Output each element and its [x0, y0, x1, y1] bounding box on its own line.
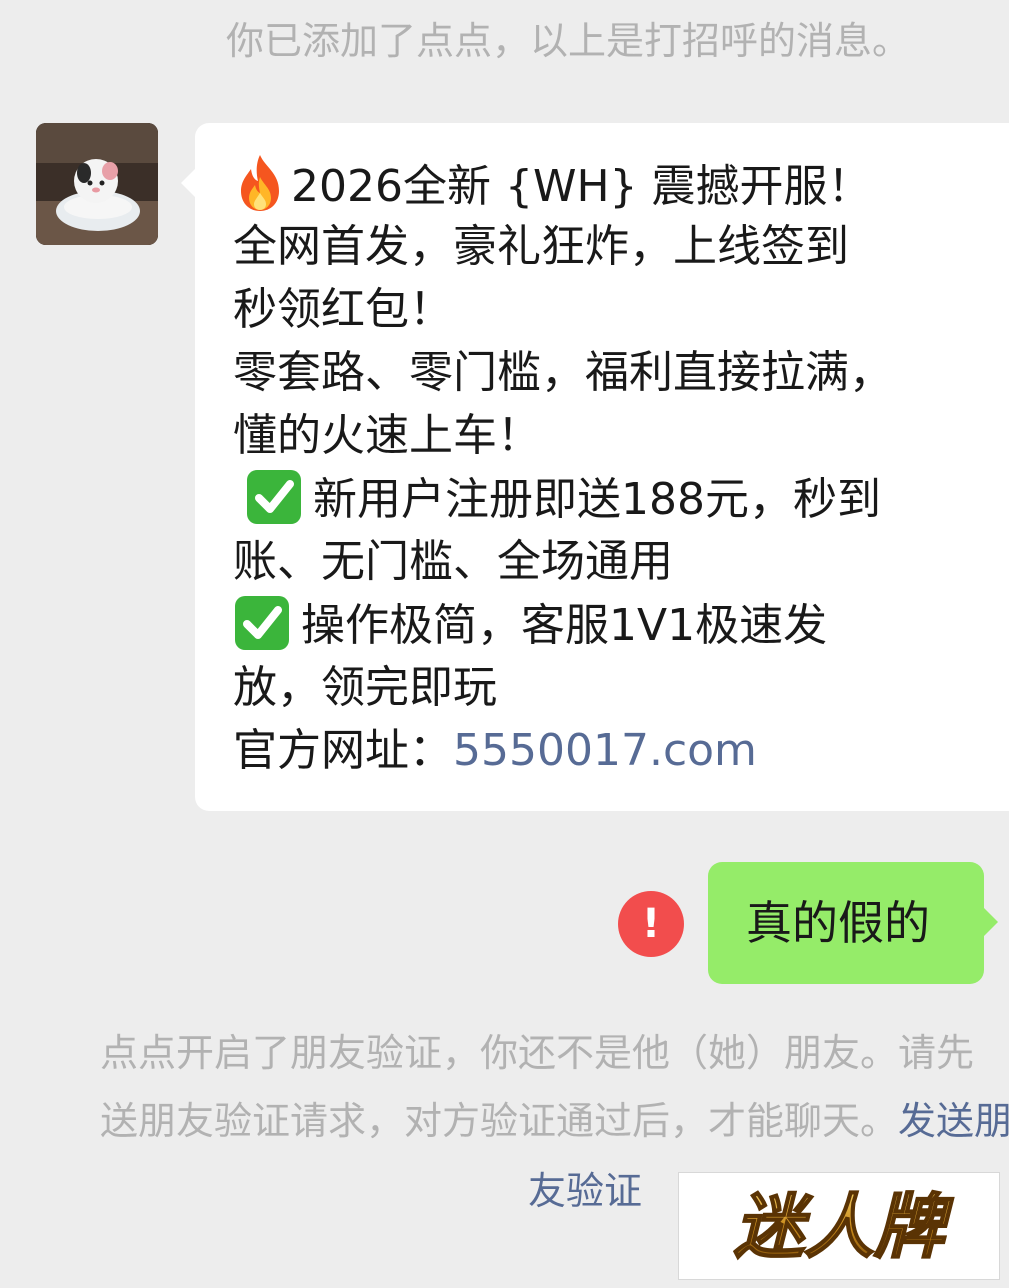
- official-site-link[interactable]: 5550017.com: [453, 725, 757, 776]
- verify-notice-line-3: 友验证: [528, 1158, 642, 1224]
- message-line-3: 秒领红包！: [233, 284, 453, 335]
- message-line-8-text: 操作极简，客服1V1极速发: [301, 600, 828, 651]
- avatar-photo-icon: [36, 123, 158, 245]
- message-line-4: 零套路、零门槛，福利直接拉满，: [233, 347, 893, 398]
- check-mark-icon: [247, 470, 301, 524]
- watermark-logo-icon: 迷人牌: [733, 1185, 955, 1269]
- send-failed-icon[interactable]: !: [618, 891, 684, 957]
- verify-notice-line-2: 送朋友验证请求，对方验证通过后，才能聊天。发送朋: [100, 1088, 1009, 1154]
- message-line-1-text: 2026全新 {WH} 震撼开服！: [291, 161, 872, 212]
- official-site-label: 官方网址：: [233, 725, 453, 776]
- message-line-10: 官方网址：5550017.com: [233, 720, 757, 782]
- check-mark-icon: [235, 596, 289, 650]
- message-line-6: 新用户注册即送188元，秒到: [245, 468, 881, 531]
- message-line-6-text: 新用户注册即送188元，秒到: [313, 474, 881, 525]
- message-line-7: 账、无门槛、全场通用: [233, 536, 673, 587]
- verify-notice-text: 送朋友验证请求，对方验证通过后，才能聊天。: [100, 1099, 899, 1143]
- fire-icon: [241, 155, 279, 211]
- message-line-8: 操作极简，客服1V1极速发: [233, 594, 827, 657]
- incoming-message-bubble[interactable]: 2026全新 {WH} 震撼开服！ 全网首发，豪礼狂炸，上线签到 秒领红包！ 零…: [181, 123, 1009, 811]
- watermark-logo: 迷人牌: [678, 1172, 1000, 1280]
- message-line-9: 放，领完即玩: [233, 662, 497, 713]
- outgoing-message-bubble[interactable]: 真的假的: [708, 862, 998, 984]
- contact-avatar[interactable]: [36, 123, 158, 245]
- outgoing-message-text: 真的假的: [746, 896, 930, 950]
- message-line-2: 全网首发，豪礼狂炸，上线签到: [233, 221, 849, 272]
- send-verification-link-continued[interactable]: 友验证: [528, 1169, 642, 1213]
- verify-notice-line-1: 点点开启了朋友验证，你还不是他（她）朋友。请先: [100, 1031, 975, 1075]
- system-added-notice: 你已添加了点点，以上是打招呼的消息。: [226, 19, 911, 63]
- svg-text:迷人牌: 迷人牌: [734, 1186, 954, 1268]
- message-line-1: 2026全新 {WH} 震撼开服！: [235, 153, 872, 218]
- send-verification-link[interactable]: 发送朋: [898, 1099, 1009, 1143]
- message-line-5: 懂的火速上车！: [233, 410, 541, 461]
